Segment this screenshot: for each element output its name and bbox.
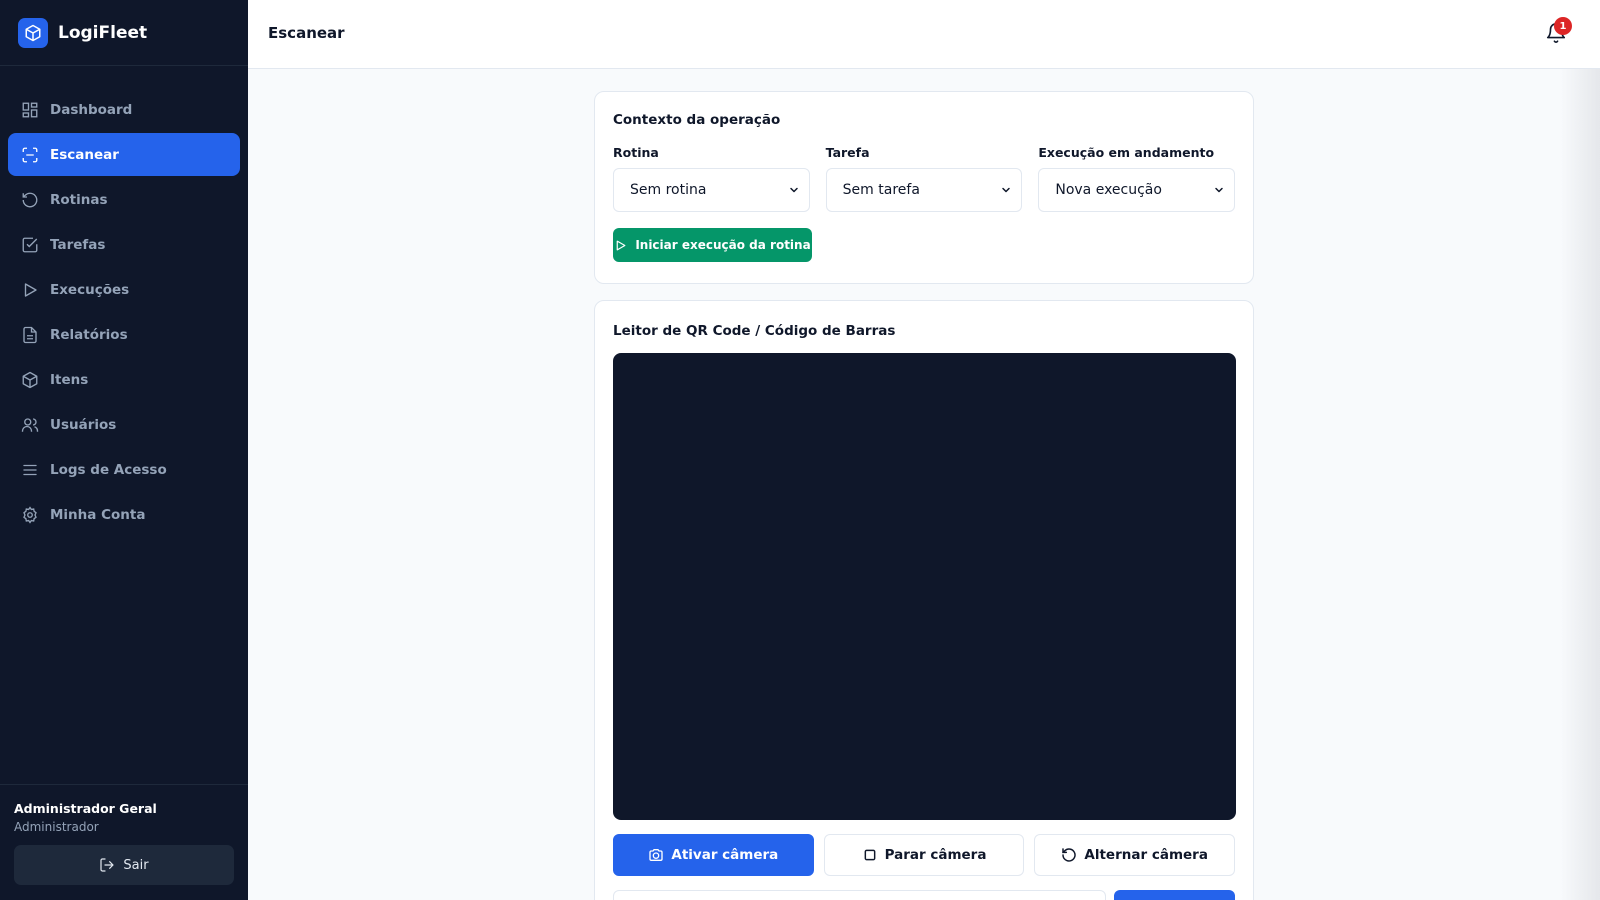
chevron-down-icon [1215, 187, 1223, 193]
execution-label: Execução em andamento [1038, 145, 1215, 160]
task-select[interactable]: Sem tarefa [825, 168, 1023, 212]
camera-preview [613, 353, 1236, 820]
sidebar-item-dashboard[interactable]: Dashboard [8, 88, 240, 131]
sidebar-item-label: Itens [50, 371, 89, 388]
dashboard-icon [22, 102, 38, 117]
manual-entry-row [613, 890, 1235, 900]
gear-icon [23, 505, 37, 524]
activate-camera-label: Ativar câmera [671, 847, 779, 863]
logout-label: Sair [123, 857, 149, 873]
sidebar-item-label: Logs de Acesso [50, 461, 167, 478]
list-icon [23, 464, 37, 475]
task-value: Sem tarefa [842, 182, 920, 198]
users-icon [21, 417, 39, 432]
chevron-down-icon [1002, 187, 1011, 193]
rotate-icon [1062, 848, 1077, 862]
scanner-title: Leitor de QR Code / Código de Barras [613, 323, 896, 339]
execution-field: Execução em andamento Nova execução [1038, 145, 1236, 212]
stop-camera-button[interactable]: Parar câmera [823, 834, 1025, 876]
sidebar-item-escanear[interactable]: Escanear [8, 133, 240, 176]
camera-icon [649, 849, 664, 861]
context-fields: Rotina Sem rotina Tarefa Sem tarefa Exec… [613, 145, 1236, 212]
logout-button[interactable]: Sair [14, 845, 234, 885]
execution-select[interactable]: Nova execução [1038, 168, 1236, 212]
tasks-icon [22, 237, 38, 252]
stop-icon [864, 849, 875, 861]
box-icon [22, 371, 38, 388]
brand-name: LogiFleet [58, 22, 148, 43]
sidebar: LogiFleet Dashboard Escanear Rotinas Tar… [0, 0, 248, 900]
sidebar-item-label: Execuções [50, 281, 130, 298]
task-field: Tarefa Sem tarefa [825, 145, 1023, 212]
sidebar-item-itens[interactable]: Itens [8, 358, 240, 401]
activate-camera-button[interactable]: Ativar câmera [613, 834, 814, 876]
play-icon [24, 282, 37, 297]
sidebar-item-tarefas[interactable]: Tarefas [8, 223, 240, 266]
chevron-down-icon [789, 187, 798, 193]
start-routine-button[interactable]: Iniciar execução da rotina [613, 228, 812, 262]
sidebar-item-rotinas[interactable]: Rotinas [8, 178, 240, 221]
play-icon [616, 240, 626, 250]
scan-icon [22, 147, 38, 162]
execution-value: Nova execução [1055, 182, 1162, 198]
sidebar-item-label: Minha Conta [50, 506, 146, 523]
stop-camera-label: Parar câmera [884, 847, 987, 863]
manual-code-input[interactable] [613, 890, 1107, 900]
scroll-shade [1560, 69, 1600, 900]
routine-select[interactable]: Sem rotina [613, 168, 810, 212]
topbar: Escanear 1 [248, 0, 1600, 69]
user-name: Administrador Geral [14, 801, 157, 816]
user-role: Administrador [14, 820, 99, 834]
sidebar-item-label: Rotinas [50, 191, 108, 208]
cube-icon [18, 17, 48, 48]
sidebar-item-label: Escanear [50, 146, 119, 163]
scanner-card: Leitor de QR Code / Código de Barras Ati… [594, 300, 1254, 900]
notification-badge: 1 [1554, 17, 1572, 35]
reports-icon [23, 326, 37, 343]
switch-camera-label: Alternar câmera [1084, 847, 1208, 863]
sidebar-item-usuarios[interactable]: Usuários [8, 403, 240, 446]
sidebar-item-label: Dashboard [50, 101, 133, 118]
camera-controls: Ativar câmera Parar câmera Alternar câme… [613, 834, 1236, 876]
logout-icon [100, 858, 115, 872]
switch-camera-button[interactable]: Alternar câmera [1034, 834, 1236, 876]
sidebar-item-label: Usuários [50, 416, 117, 433]
sidebar-item-relatorios[interactable]: Relatórios [8, 313, 240, 356]
context-title: Contexto da operação [613, 112, 781, 128]
brand[interactable]: LogiFleet [0, 0, 248, 66]
start-routine-label: Iniciar execução da rotina [635, 238, 811, 252]
sidebar-footer: Administrador Geral Administrador Sair [0, 784, 248, 900]
sidebar-item-label: Tarefas [50, 236, 106, 253]
sidebar-item-execucoes[interactable]: Execuções [8, 268, 240, 311]
routine-label: Rotina [613, 145, 659, 160]
sidebar-item-logs[interactable]: Logs de Acesso [8, 448, 240, 491]
page-title: Escanear [268, 24, 345, 42]
routine-value: Sem rotina [630, 182, 707, 198]
routine-field: Rotina Sem rotina [613, 145, 810, 212]
operation-context-card: Contexto da operação Rotina Sem rotina T… [594, 91, 1254, 284]
sidebar-item-minha-conta[interactable]: Minha Conta [8, 493, 240, 536]
sidebar-item-label: Relatórios [50, 326, 128, 343]
sidebar-nav: Dashboard Escanear Rotinas Tarefas Execu… [0, 66, 248, 538]
routines-icon [22, 192, 38, 207]
manual-submit-button[interactable] [1114, 890, 1235, 900]
task-label: Tarefa [825, 145, 870, 160]
